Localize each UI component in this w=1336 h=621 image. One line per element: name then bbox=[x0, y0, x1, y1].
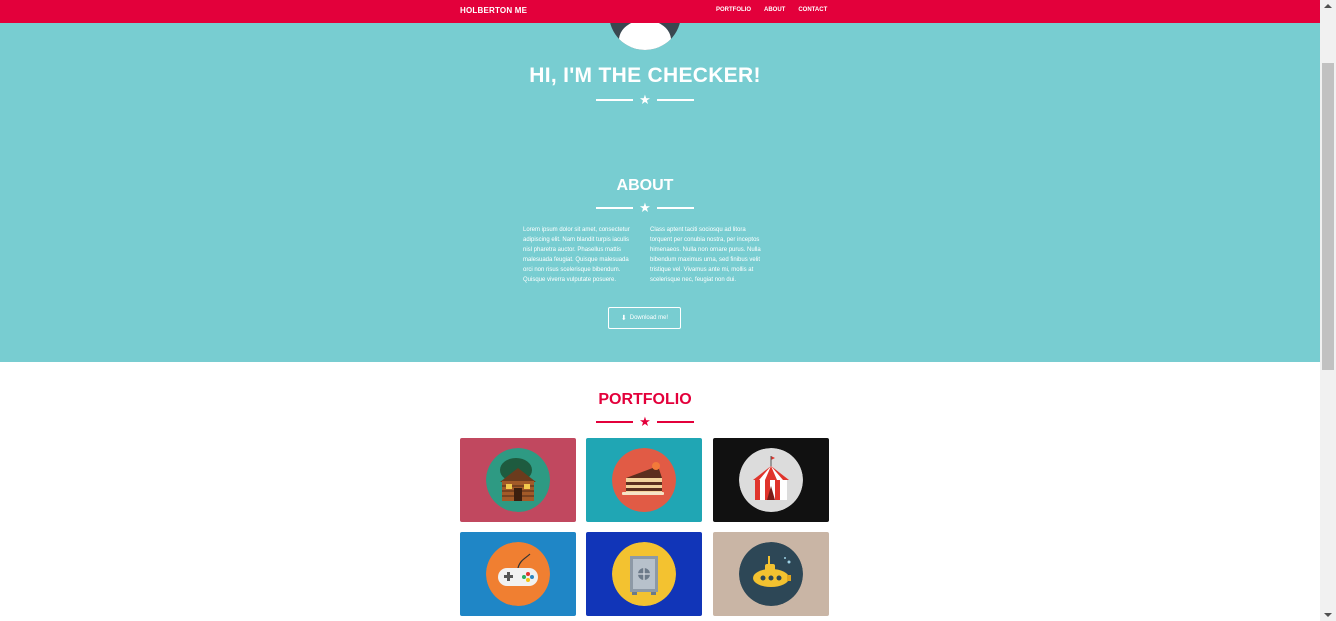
portfolio-tile-circus[interactable] bbox=[713, 438, 829, 522]
portfolio-title: PORTFOLIO bbox=[598, 391, 692, 408]
portfolio-tile-submarine[interactable] bbox=[713, 532, 829, 616]
download-button[interactable]: ⬇ Download me! bbox=[608, 307, 681, 329]
scroll-down-arrow-icon[interactable] bbox=[1324, 613, 1332, 617]
star-icon: ★ bbox=[639, 414, 651, 429]
divider-line bbox=[596, 207, 633, 209]
hero-title: HI, I'M THE CHECKER! bbox=[529, 64, 761, 87]
page-viewport: HI, I'M THE CHECKER! ★ ABOUT ★ Lorem ips… bbox=[0, 0, 1320, 621]
portfolio-tile-safe[interactable] bbox=[586, 532, 702, 616]
safe-icon bbox=[612, 542, 676, 606]
portfolio-tile-cake[interactable] bbox=[586, 438, 702, 522]
star-icon: ★ bbox=[639, 92, 651, 107]
divider-line bbox=[657, 207, 694, 209]
divider-line bbox=[596, 99, 633, 101]
download-label: Download me! bbox=[629, 315, 669, 321]
nav-links: PORTFOLIO ABOUT CONTACT bbox=[716, 7, 827, 13]
about-text-left: Lorem ipsum dolor sit amet, consectetur … bbox=[523, 227, 630, 283]
hero-divider: ★ bbox=[596, 93, 694, 107]
download-icon: ⬇ bbox=[620, 315, 627, 322]
portfolio-tile-cabin[interactable] bbox=[460, 438, 576, 522]
avatar-body bbox=[619, 20, 671, 50]
nav-link-about[interactable]: ABOUT bbox=[764, 7, 785, 13]
circus-tent-icon bbox=[739, 448, 803, 512]
about-text-right: Class aptent taciti sociosqu ad litora t… bbox=[650, 227, 761, 283]
game-controller-icon bbox=[486, 542, 550, 606]
vertical-scrollbar[interactable] bbox=[1320, 0, 1336, 621]
divider-line bbox=[657, 421, 694, 423]
cake-icon bbox=[612, 448, 676, 512]
divider-line bbox=[596, 421, 633, 423]
submarine-icon bbox=[739, 542, 803, 606]
cabin-icon bbox=[486, 448, 550, 512]
brand-link[interactable]: HOLBERTON ME bbox=[460, 6, 527, 15]
nav-link-portfolio[interactable]: PORTFOLIO bbox=[716, 7, 751, 13]
scrollbar-thumb[interactable] bbox=[1322, 63, 1334, 370]
portfolio-tile-game-controller[interactable] bbox=[460, 532, 576, 616]
star-icon: ★ bbox=[639, 200, 651, 215]
about-divider: ★ bbox=[596, 201, 694, 215]
portfolio-divider: ★ bbox=[596, 415, 694, 429]
scroll-up-arrow-icon[interactable] bbox=[1324, 4, 1332, 8]
navbar: HOLBERTON ME PORTFOLIO ABOUT CONTACT bbox=[0, 0, 1320, 23]
divider-line bbox=[657, 99, 694, 101]
about-title: ABOUT bbox=[616, 177, 674, 194]
nav-link-contact[interactable]: CONTACT bbox=[798, 7, 827, 13]
hero-section: HI, I'M THE CHECKER! ★ ABOUT ★ Lorem ips… bbox=[0, 0, 1320, 362]
